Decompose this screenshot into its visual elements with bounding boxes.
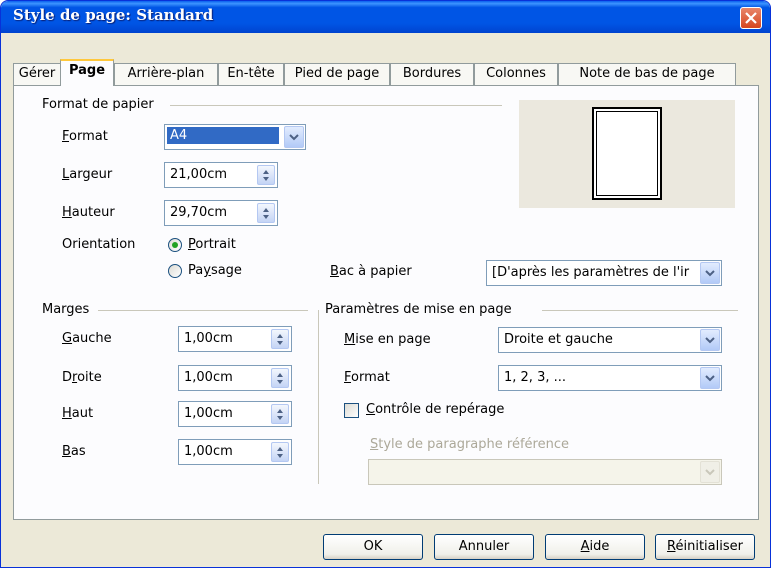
chevron-down-icon — [705, 375, 715, 382]
margin-left-value: 1,00cm — [184, 331, 233, 346]
chevron-down-icon — [289, 134, 299, 141]
width-spinner[interactable] — [257, 165, 275, 185]
portrait-radio[interactable] — [168, 238, 182, 252]
height-value: 29,70cm — [170, 205, 228, 220]
chevron-down-icon — [705, 469, 715, 476]
spinner-arrows-icon — [263, 208, 269, 219]
number-format-value: 1, 2, 3, ... — [504, 370, 567, 385]
paper-tray-select[interactable]: [D'après les paramètres de l'ir — [486, 260, 722, 286]
tab-en-tete[interactable]: En-tête — [218, 63, 284, 85]
margin-bottom-field[interactable]: 1,00cm — [178, 439, 292, 465]
spinner-arrows-icon — [277, 409, 283, 420]
chevron-down-icon — [705, 337, 715, 344]
register-label[interactable]: Contrôle de repérage — [366, 402, 504, 417]
orientation-label: Orientation — [62, 237, 136, 252]
margin-right-value: 1,00cm — [184, 370, 233, 385]
chevron-down-icon — [705, 270, 715, 277]
format-select[interactable]: A4 — [164, 124, 306, 150]
width-label: Largeur — [62, 167, 113, 182]
margin-right-field[interactable]: 1,00cm — [178, 365, 292, 391]
margins-divider — [98, 310, 308, 311]
landscape-radio[interactable] — [168, 264, 182, 278]
page-layout-dropdown-button[interactable] — [700, 329, 720, 351]
spinner-arrows-icon — [263, 170, 269, 181]
layout-divider — [542, 310, 738, 311]
paper-format-divider — [170, 105, 502, 106]
paper-tray-dropdown-button[interactable] — [700, 262, 720, 284]
format-dropdown-button[interactable] — [284, 126, 304, 148]
tab-colonnes[interactable]: Colonnes — [474, 63, 558, 85]
number-format-label: Format — [344, 370, 390, 385]
margin-left-field[interactable]: 1,00cm — [178, 326, 292, 352]
tab-page[interactable]: Page — [60, 59, 114, 86]
ok-button[interactable]: OK — [323, 534, 423, 560]
tab-gerer[interactable]: Gérer — [13, 63, 61, 85]
margin-top-field[interactable]: 1,00cm — [178, 401, 292, 427]
dialog-window: Style de page: Standard Gérer Page Arriè… — [0, 0, 771, 568]
reference-style-dropdown-button[interactable] — [700, 461, 720, 483]
close-icon — [745, 12, 757, 24]
margin-bottom-label: Bas — [62, 444, 86, 459]
register-checkbox[interactable] — [344, 403, 359, 418]
margins-group-label: Marges — [42, 302, 90, 317]
tab-note-de-bas-de-page[interactable]: Note de bas de page — [558, 63, 736, 85]
height-spinner[interactable] — [257, 203, 275, 223]
window-title: Style de page: Standard — [13, 6, 214, 24]
width-field[interactable]: 21,00cm — [164, 162, 278, 188]
margin-bottom-spinner[interactable] — [271, 442, 289, 462]
reference-style-label: Style de paragraphe référence — [370, 437, 569, 452]
margin-right-spinner[interactable] — [271, 368, 289, 388]
spinner-arrows-icon — [277, 334, 283, 345]
margin-right-label: Droite — [62, 370, 102, 385]
margin-top-spinner[interactable] — [271, 404, 289, 424]
section-separator — [318, 310, 319, 484]
title-bar[interactable]: Style de page: Standard — [1, 1, 770, 33]
cancel-button[interactable]: Annuler — [434, 534, 534, 560]
format-label: Format — [62, 129, 108, 144]
layout-group-label: Paramètres de mise en page — [325, 302, 512, 317]
paper-tray-label: Bac à papier — [330, 264, 412, 279]
margin-top-label: Haut — [62, 406, 94, 421]
help-button[interactable]: Aide — [545, 534, 645, 560]
paper-tray-value: [D'après les paramètres de l'ir — [492, 265, 690, 280]
portrait-label[interactable]: Portrait — [188, 237, 236, 252]
page-tab-panel: Format de papier Format A4 Largeur 21,00… — [13, 85, 759, 520]
height-field[interactable]: 29,70cm — [164, 200, 278, 226]
page-preview — [519, 100, 735, 208]
margin-left-spinner[interactable] — [271, 329, 289, 349]
page-layout-select[interactable]: Droite et gauche — [498, 327, 722, 353]
margin-top-value: 1,00cm — [184, 406, 233, 421]
margin-left-label: Gauche — [62, 331, 112, 346]
page-layout-value: Droite et gauche — [504, 332, 613, 347]
reset-button[interactable]: Réinitialiser — [655, 534, 755, 560]
close-button[interactable] — [740, 7, 762, 29]
height-label: Hauteur — [62, 205, 115, 220]
paper-preview — [592, 107, 662, 200]
format-value: A4 — [167, 127, 279, 144]
tab-arriere-plan[interactable]: Arrière-plan — [114, 63, 218, 85]
number-format-select[interactable]: 1, 2, 3, ... — [498, 365, 722, 391]
paper-format-group-label: Format de papier — [42, 97, 154, 112]
page-layout-label: Mise en page — [344, 332, 431, 347]
margin-bottom-value: 1,00cm — [184, 444, 233, 459]
landscape-label[interactable]: Paysage — [188, 263, 242, 278]
reference-style-select[interactable] — [368, 459, 722, 485]
spinner-arrows-icon — [277, 447, 283, 458]
number-format-dropdown-button[interactable] — [700, 367, 720, 389]
width-value: 21,00cm — [170, 167, 228, 182]
tab-pied-de-page[interactable]: Pied de page — [284, 63, 390, 85]
spinner-arrows-icon — [277, 373, 283, 384]
tab-bordures[interactable]: Bordures — [390, 63, 474, 85]
